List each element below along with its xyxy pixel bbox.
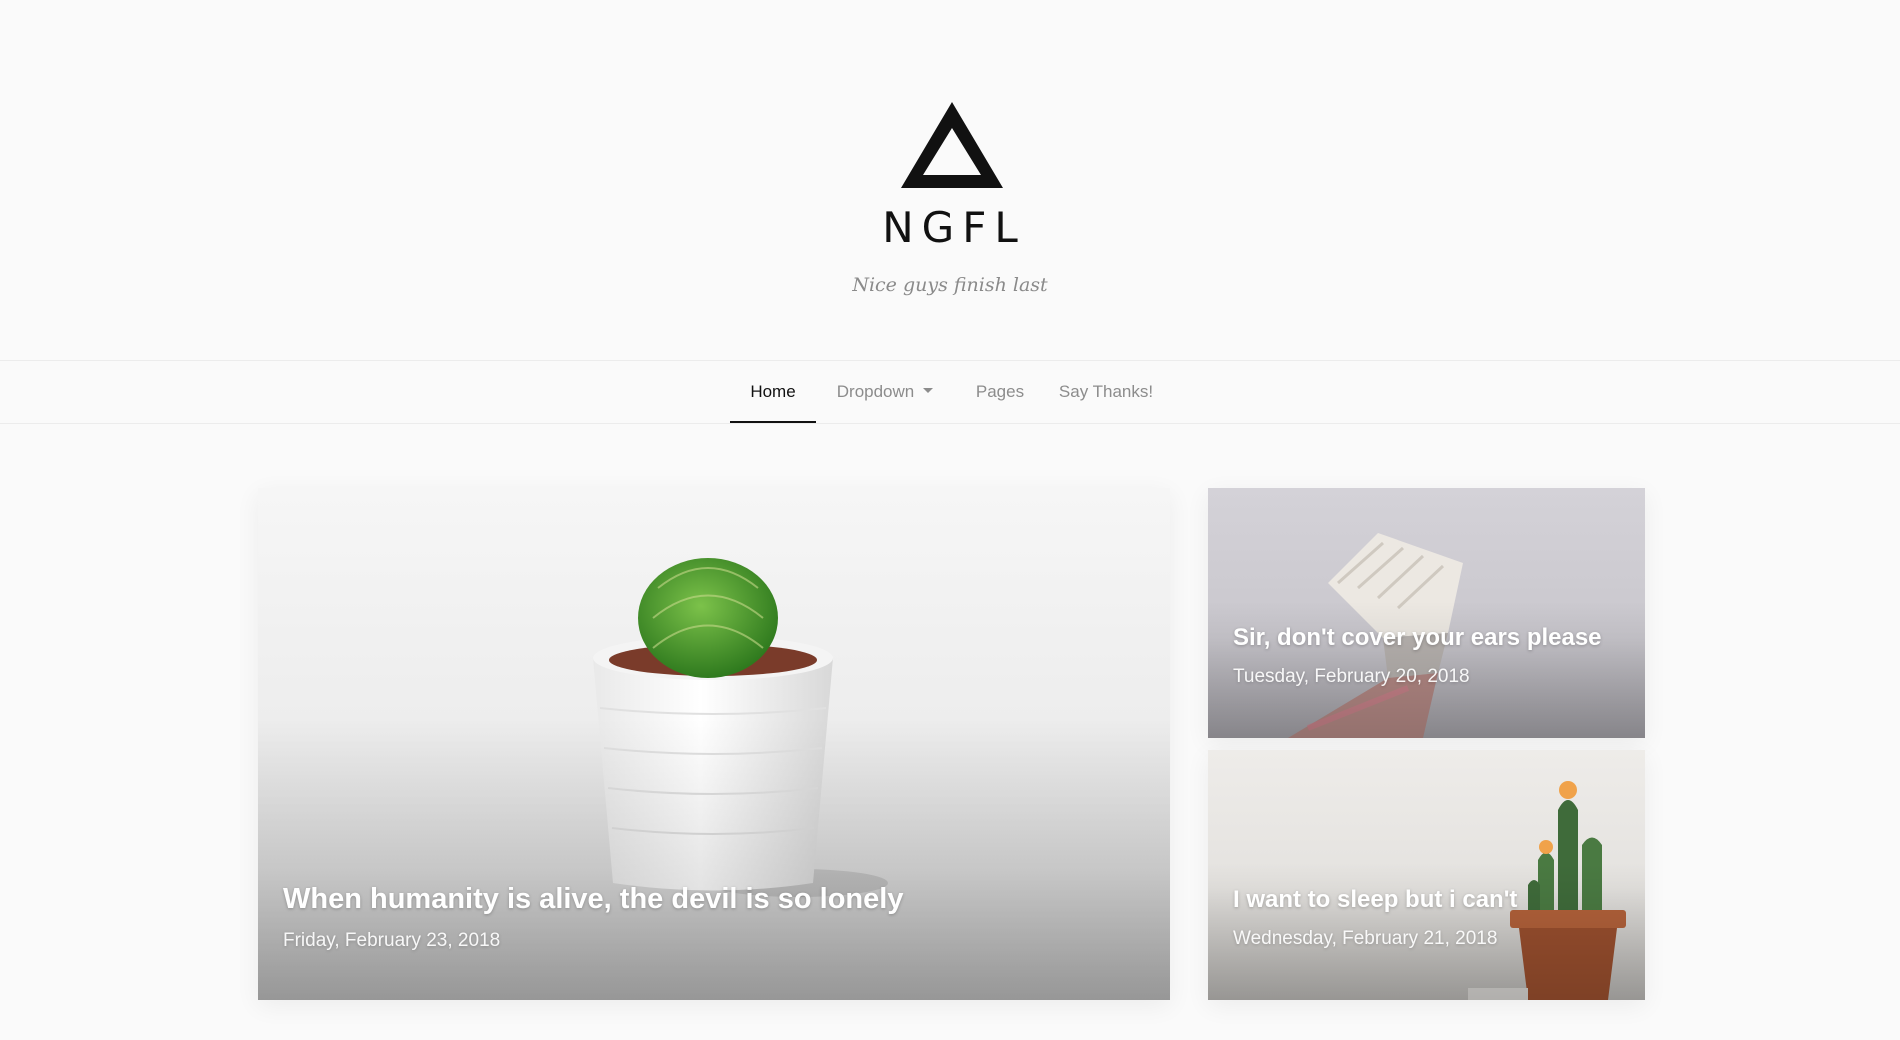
featured-post-card[interactable]: When humanity is alive, the devil is so … — [258, 488, 1170, 1000]
post-title[interactable]: Sir, don't cover your ears please — [1233, 622, 1625, 654]
nav-item-dropdown[interactable]: Dropdown — [825, 361, 945, 423]
side-post-card[interactable]: Sir, don't cover your ears please Tuesda… — [1208, 488, 1645, 738]
nav-item-label: Home — [750, 382, 796, 401]
nav-item-pages[interactable]: Pages — [965, 361, 1035, 423]
site-tagline: Nice guys finish last — [852, 274, 1048, 296]
post-title[interactable]: When humanity is alive, the devil is so … — [283, 880, 1150, 918]
side-post-card[interactable]: I want to sleep but i can't Wednesday, F… — [1208, 750, 1645, 1000]
site-header: NGFL Nice guys finish last — [0, 0, 1900, 360]
main-nav: Home Dropdown Pages Say Thanks! — [0, 360, 1900, 424]
nav-item-label: Pages — [975, 382, 1025, 401]
post-date: Friday, February 23, 2018 — [283, 930, 501, 951]
nav-item-home[interactable]: Home — [730, 361, 816, 423]
caret-down-icon — [923, 388, 934, 394]
triangle-logo-icon[interactable] — [897, 98, 1007, 192]
nav-item-say-thanks[interactable]: Say Thanks! — [1050, 361, 1162, 423]
post-date: Wednesday, February 21, 2018 — [1233, 928, 1498, 949]
nav-item-label: Dropdown — [836, 382, 915, 401]
post-date: Tuesday, February 20, 2018 — [1233, 666, 1470, 687]
site-name[interactable]: NGFL — [0, 203, 1900, 253]
nav-item-label: Say Thanks! — [1058, 382, 1154, 401]
post-title[interactable]: I want to sleep but i can't — [1233, 884, 1625, 916]
card-overlay — [258, 718, 1170, 1000]
